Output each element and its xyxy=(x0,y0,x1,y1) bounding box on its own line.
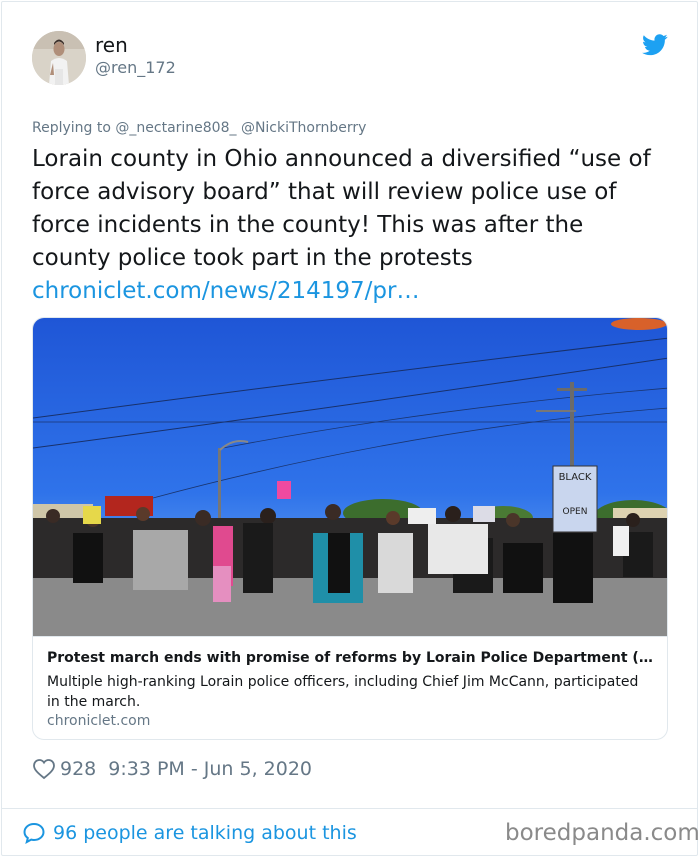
link-preview-title[interactable]: Protest march ends with promise of refor… xyxy=(47,650,657,666)
tweet-timestamp[interactable]: 9:33 PM - Jun 5, 2020 xyxy=(108,758,312,780)
link-preview-description: Multiple high-ranking Lorain police offi… xyxy=(47,674,639,710)
speech-bubble-icon xyxy=(22,821,46,845)
author-handle[interactable]: @ren_172 xyxy=(95,58,176,77)
tweet-meta: 928 9:33 PM - Jun 5, 2020 xyxy=(32,757,312,781)
protest-sign-text-2: OPEN xyxy=(563,507,588,517)
author-avatar[interactable] xyxy=(32,31,86,85)
protest-sign-text: BLACK xyxy=(559,472,592,483)
reply-mentions[interactable]: @_nectarine808_ @NickiThornberry xyxy=(115,120,366,136)
user-avatar-icon xyxy=(32,31,86,85)
link-preview-image[interactable]: BLACK OPEN xyxy=(33,318,667,636)
boredpanda-watermark: boredpanda.com xyxy=(505,820,700,846)
twitter-bird-icon[interactable] xyxy=(642,34,668,56)
link-preview-body[interactable]: Protest march ends with promise of refor… xyxy=(33,636,667,739)
reply-context: Replying to @_nectarine808_ @NickiThornb… xyxy=(32,120,366,136)
tweet-text: Lorain county in Ohio announced a divers… xyxy=(32,146,651,271)
author-name[interactable]: ren xyxy=(95,33,128,57)
conversation-link[interactable]: 96 people are talking about this xyxy=(22,820,357,846)
link-preview-card[interactable]: BLACK OPEN Protest march ends with promi… xyxy=(32,317,668,740)
heart-icon[interactable] xyxy=(32,757,56,781)
link-preview-domain: chroniclet.com xyxy=(47,713,151,729)
footer-divider xyxy=(1,808,698,809)
reply-prefix: Replying to xyxy=(32,120,111,136)
like-count[interactable]: 928 xyxy=(60,758,96,780)
talking-count-text[interactable]: 96 people are talking about this xyxy=(53,822,357,844)
tweet-link[interactable]: chroniclet.com/news/214197/pr… xyxy=(32,275,419,308)
